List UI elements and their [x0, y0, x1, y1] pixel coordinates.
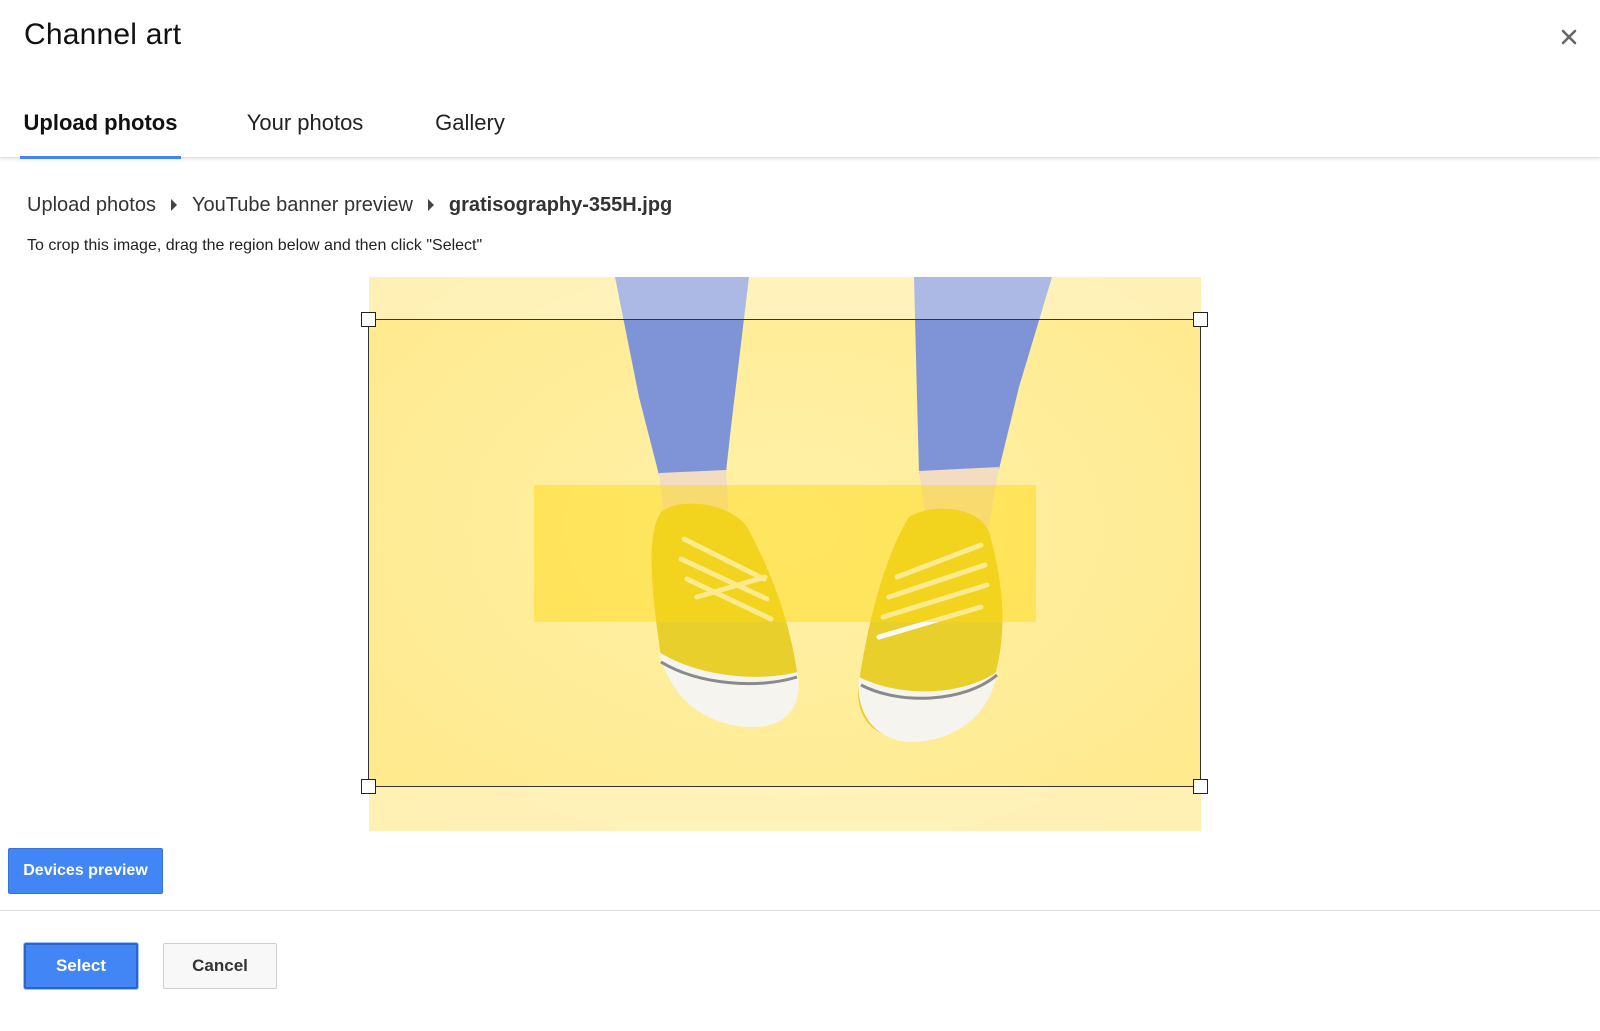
footer-divider: [0, 910, 1600, 911]
breadcrumb: Upload photos YouTube banner preview gra…: [27, 190, 672, 220]
crop-handle-top-right[interactable]: [1193, 312, 1208, 327]
crop-handle-bottom-left[interactable]: [361, 779, 376, 794]
tab-upload-photos[interactable]: Upload photos: [20, 88, 181, 159]
crop-region[interactable]: [361, 312, 1208, 794]
crop-handle-bottom-right[interactable]: [1193, 779, 1208, 794]
breadcrumb-upload-photos[interactable]: Upload photos: [27, 194, 156, 217]
crop-handle-top-left[interactable]: [361, 312, 376, 327]
caret-right-icon: [156, 199, 192, 211]
breadcrumb-banner-preview[interactable]: YouTube banner preview: [192, 194, 413, 217]
dialog-title: Channel art: [24, 18, 182, 51]
breadcrumb-current-file: gratisography-355H.jpg: [448, 193, 673, 216]
close-icon: [1561, 29, 1577, 45]
tab-gallery[interactable]: Gallery: [420, 88, 520, 158]
devices-preview-button[interactable]: Devices preview: [8, 848, 163, 894]
select-button[interactable]: Select: [24, 943, 138, 989]
tab-bar: Upload photos Your photos Gallery: [0, 88, 1600, 159]
close-button[interactable]: [1552, 20, 1586, 54]
caret-right-icon: [413, 199, 449, 211]
cancel-button[interactable]: Cancel: [163, 943, 277, 989]
crop-instructions: To crop this image, drag the region belo…: [27, 237, 483, 254]
tab-your-photos[interactable]: Your photos: [225, 88, 385, 158]
